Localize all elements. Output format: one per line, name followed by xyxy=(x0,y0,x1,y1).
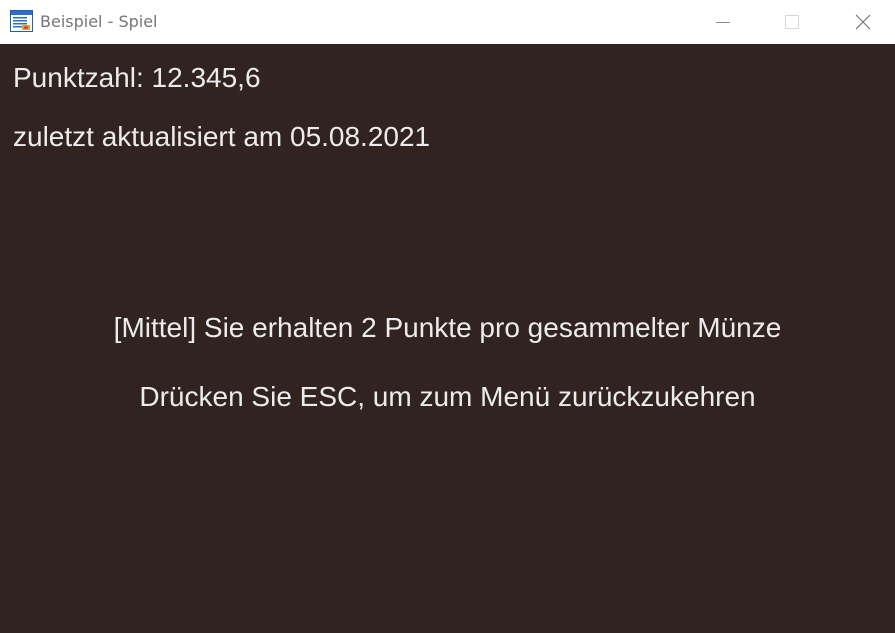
close-button[interactable] xyxy=(840,0,886,44)
difficulty-message: [Mittel] Sie erhalten 2 Punkte pro gesam… xyxy=(113,312,782,343)
minimize-icon xyxy=(716,22,730,23)
maximize-button[interactable] xyxy=(769,0,815,44)
esc-hint: Drücken Sie ESC, um zum Menü zurückzukeh… xyxy=(139,381,756,412)
window-title: Beispiel - Spiel xyxy=(40,12,158,31)
minimize-button[interactable] xyxy=(700,0,746,44)
close-icon xyxy=(855,14,871,30)
game-window: Beispiel - Spiel Punktzahl: 12.345,6 zul… xyxy=(0,0,895,633)
score-label: Punktzahl: 12.345,6 xyxy=(13,62,261,93)
last-updated-label: zuletzt aktualisiert am 05.08.2021 xyxy=(13,121,431,152)
application-window-icon xyxy=(10,10,33,32)
maximize-icon xyxy=(785,15,799,29)
title-bar[interactable]: Beispiel - Spiel xyxy=(0,0,895,44)
game-canvas[interactable]: Punktzahl: 12.345,6 zuletzt aktualisiert… xyxy=(0,44,895,633)
